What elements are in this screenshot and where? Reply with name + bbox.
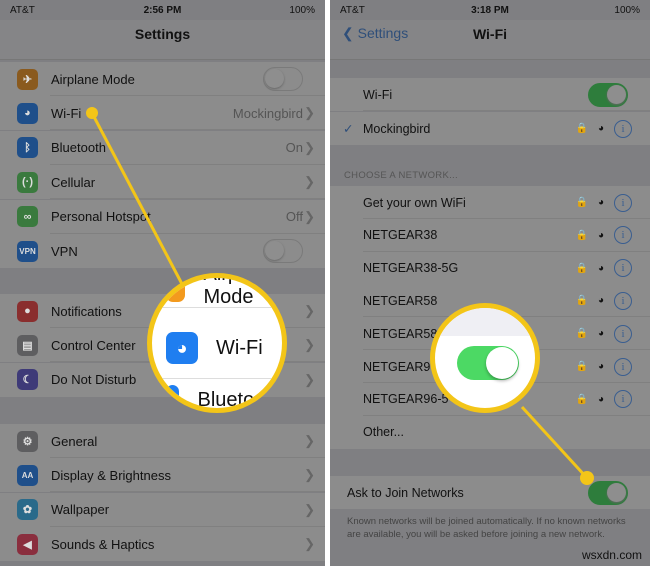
magnifier-wifi: Airplane Mode ◕ Wi-Fi Bluetooth	[147, 273, 287, 413]
callout-dot-ask	[580, 471, 594, 485]
callout-dot-wifi	[86, 107, 98, 119]
mag-row-bluetooth: Bluetooth	[152, 378, 282, 408]
mag-gap	[435, 308, 535, 336]
callout-lines	[86, 107, 594, 485]
mag-label: Airplane Mode	[203, 273, 277, 308]
mag-row-airplane: Airplane Mode	[152, 273, 282, 308]
magnifier-switch	[430, 303, 540, 413]
wifi-icon: ◕	[166, 332, 198, 364]
callout-line-wifi	[90, 112, 184, 285]
mag-row-wifi: ◕ Wi-Fi	[152, 326, 282, 370]
callout-line-ask	[520, 405, 589, 480]
mag-switch-icon	[457, 346, 519, 380]
mag-label: Wi-Fi	[216, 336, 263, 359]
airplane-icon	[166, 278, 186, 302]
